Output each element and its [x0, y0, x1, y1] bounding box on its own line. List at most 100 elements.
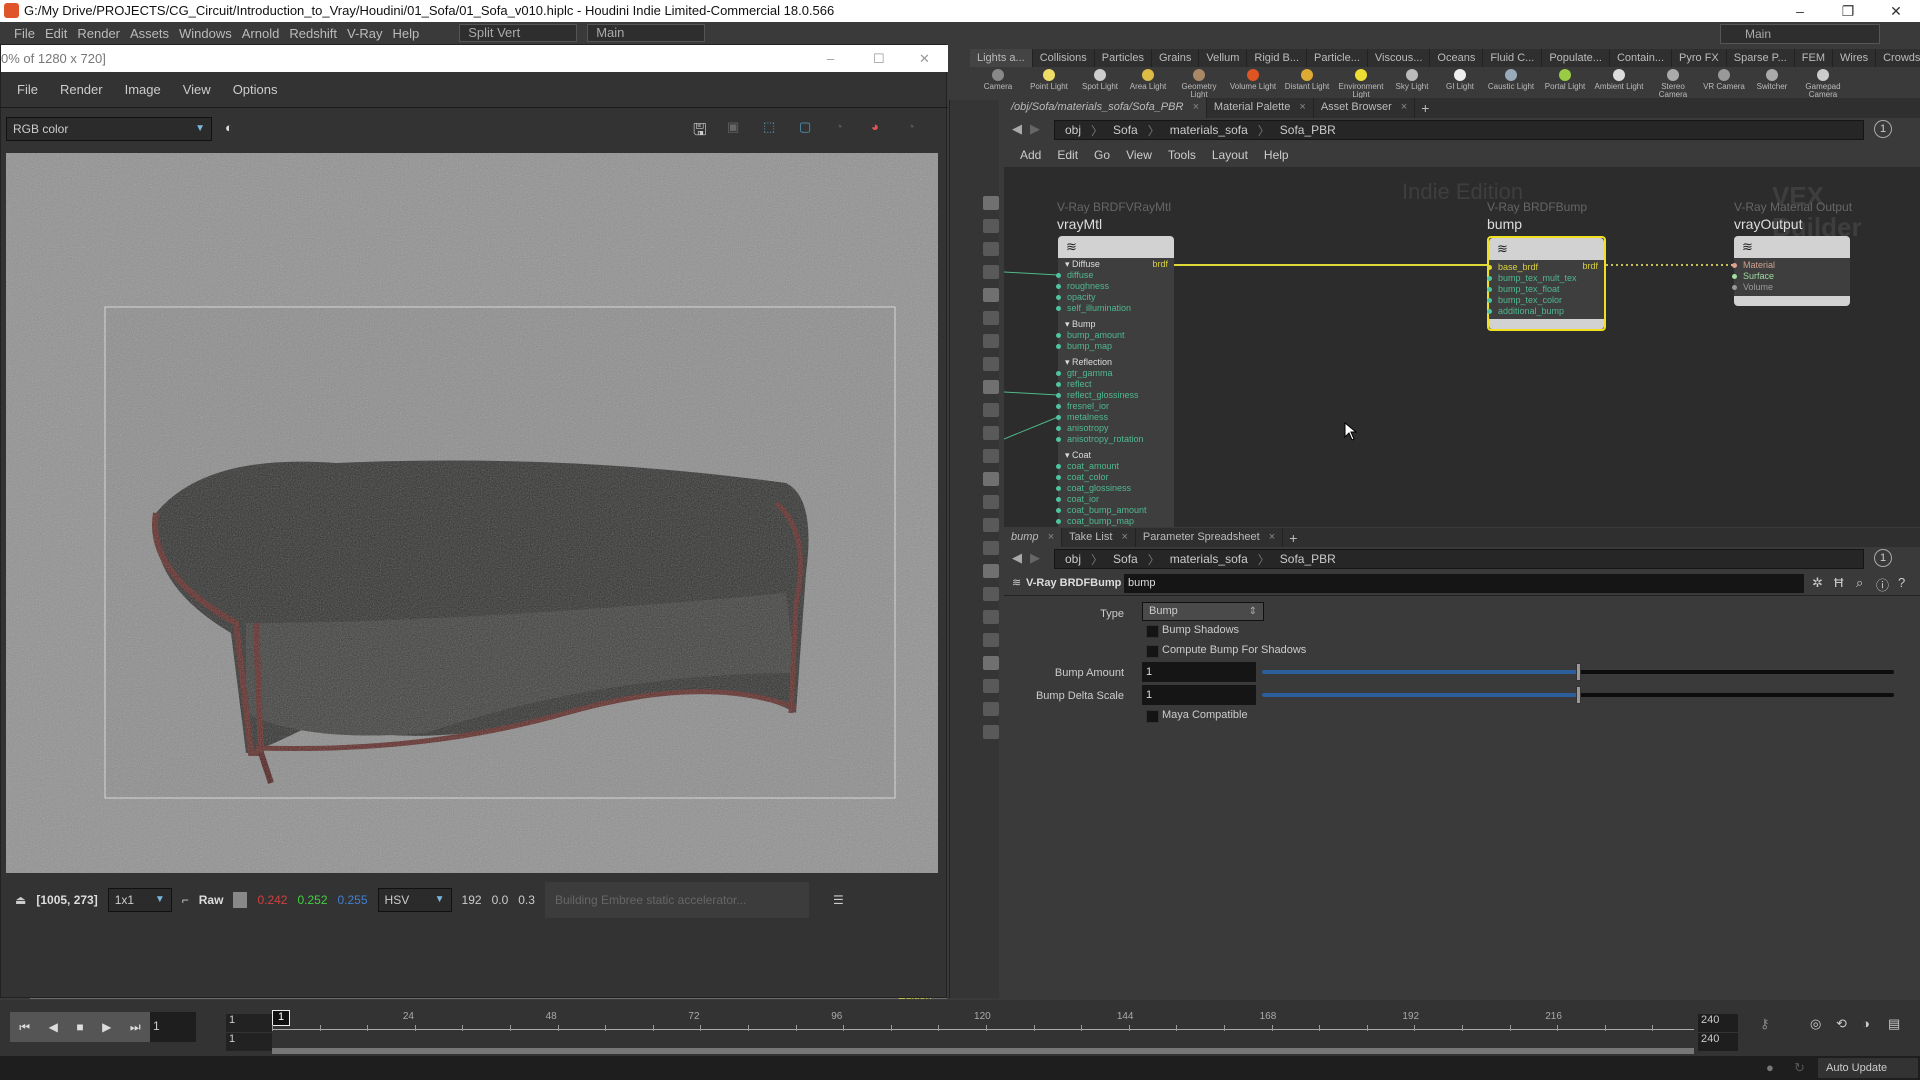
jump-end-icon[interactable]: ⏭ [130, 1020, 141, 1035]
close-tab-icon[interactable]: × [1045, 531, 1054, 543]
input-port-additional_bump[interactable]: additional_bump [1487, 306, 1604, 317]
viewport-tool-icon[interactable] [983, 403, 999, 417]
network-menu-tools[interactable]: Tools [1168, 148, 1196, 162]
node-bump[interactable]: ≋ brdf base_brdf bump_tex_mult_tex bump_te… [1487, 236, 1606, 331]
node-header[interactable]: ≋ [1734, 236, 1850, 258]
loop-icon[interactable]: ⟲ [1836, 1016, 1847, 1032]
keyframe-key-icon[interactable]: ⚷ [1760, 1016, 1770, 1032]
shelf-tab[interactable]: FEM [1795, 49, 1833, 67]
input-port-self_illumination[interactable]: self_illumination [1056, 303, 1174, 314]
channel-dropdown[interactable]: RGB color ▼ [6, 117, 212, 141]
pane-tab[interactable]: Parameter Spreadsheet × [1136, 528, 1284, 547]
shelf-tool-vr-camera[interactable]: VR Camera [1702, 67, 1746, 98]
input-port-bump_tex_mult_tex[interactable]: bump_tex_mult_tex [1487, 273, 1604, 284]
info-icon[interactable]: ⓘ [1876, 575, 1889, 594]
network-menu-go[interactable]: Go [1094, 148, 1110, 162]
render-menu-render[interactable]: Render [60, 82, 103, 97]
node-header[interactable]: ≋ [1489, 238, 1604, 260]
type-dropdown[interactable]: Bump ⇕ [1142, 602, 1264, 621]
viewport-tool-icon[interactable] [983, 725, 999, 739]
bump-amount-slider[interactable] [1262, 663, 1894, 681]
shelf-tab[interactable]: Wires [1833, 49, 1877, 67]
render-close-button[interactable]: ✕ [919, 45, 930, 72]
render-menu-options[interactable]: Options [233, 82, 278, 97]
render-menu-image[interactable]: Image [125, 82, 161, 97]
forward-arrow-icon[interactable]: ▶ [1030, 550, 1040, 566]
step-back-icon[interactable]: ◀ [49, 1020, 58, 1034]
input-port-gtr_gamma[interactable]: gtr_gamma [1056, 368, 1174, 379]
input-port-bump_tex_color[interactable]: bump_tex_color [1487, 295, 1604, 306]
add-tab-button[interactable]: + [1289, 530, 1297, 546]
help-h-icon[interactable]: Ħ [1834, 575, 1843, 590]
back-arrow-icon[interactable]: ◀ [1012, 121, 1022, 137]
viewport-tool-icon[interactable] [983, 633, 999, 647]
timeline-ruler[interactable]: 1 24 48 72 96 120 144 168 192 216 [272, 1010, 1694, 1054]
breadcrumb-obj[interactable]: obj [1055, 123, 1091, 137]
compute-bump-checkbox[interactable] [1146, 645, 1159, 658]
input-port-anisotropy[interactable]: anisotropy [1056, 423, 1174, 434]
node-vraymtl[interactable]: ≋ brdf ▾ Diffuse diffuse roughness opacity s… [1056, 236, 1174, 527]
close-tab-icon[interactable]: × [1296, 101, 1305, 113]
slider-handle[interactable] [1576, 686, 1581, 704]
render-menu-view[interactable]: View [183, 82, 211, 97]
pin-badge-icon[interactable]: 1 [1874, 549, 1892, 567]
bump-name[interactable]: bump [1487, 216, 1522, 232]
input-port-coat_bump_map[interactable]: coat_bump_map [1056, 516, 1174, 527]
delete-image-icon[interactable]: ▣ [727, 119, 739, 135]
desktop-selector[interactable]: Main [1720, 24, 1880, 44]
shelf-tool-volume-light[interactable]: Volume Light [1228, 67, 1278, 98]
shelf-tab[interactable]: Pyro FX [1672, 49, 1727, 67]
network-menu-add[interactable]: Add [1020, 148, 1041, 162]
viewport-tool-icon[interactable] [983, 610, 999, 624]
input-port-coat_ior[interactable]: coat_ior [1056, 494, 1174, 505]
stop-render-icon[interactable]: ◕ [871, 119, 879, 134]
viewport-tool-icon[interactable] [983, 265, 999, 279]
menu-file[interactable]: File [14, 26, 35, 41]
sampling-dropdown[interactable]: 1x1 ▼ [107, 888, 172, 912]
network-menu-view[interactable]: View [1126, 148, 1152, 162]
shelf-tab[interactable]: Lights a... [970, 49, 1033, 67]
breadcrumb-sofa[interactable]: Sofa [1103, 552, 1148, 566]
auto-update-dropdown[interactable]: Auto Update [1818, 1058, 1918, 1078]
shelf-tab[interactable]: Populate... [1542, 49, 1610, 67]
jump-start-icon[interactable]: ⏮ [19, 1020, 30, 1035]
pixel-lock-icon[interactable]: ⏏ [15, 893, 26, 907]
color-correction-icon[interactable]: ◐ [225, 120, 233, 135]
render-maximize-button[interactable]: ☐ [873, 45, 885, 72]
notification-icon[interactable]: ● [1766, 1060, 1774, 1075]
teapot-icon[interactable]: ◔ [835, 119, 843, 134]
input-port-fresnel_ior[interactable]: fresnel_ior [1056, 401, 1174, 412]
input-port-coat_color[interactable]: coat_color [1056, 472, 1174, 483]
input-port-coat_glossiness[interactable]: coat_glossiness [1056, 483, 1174, 494]
input-port-reflect[interactable]: reflect [1056, 379, 1174, 390]
rendered-image[interactable] [6, 153, 938, 873]
menu-vray[interactable]: V-Ray [347, 26, 382, 41]
menu-windows[interactable]: Windows [179, 26, 232, 41]
shelf-tab[interactable]: Oceans [1430, 49, 1484, 67]
shelf-tool-area-light[interactable]: Area Light [1126, 67, 1170, 98]
viewport-tool-icon[interactable] [983, 288, 999, 302]
stop-icon[interactable]: ■ [76, 1020, 83, 1034]
shelf-tool-distant-light[interactable]: Distant Light [1282, 67, 1332, 98]
shelf-tab[interactable]: Particle... [1307, 49, 1368, 67]
viewport-tool-icon[interactable] [983, 472, 999, 486]
pane-tab[interactable]: Take List × [1062, 528, 1136, 547]
maya-compatible-checkbox[interactable] [1146, 710, 1159, 723]
pane-tab[interactable]: Material Palette × [1207, 98, 1314, 118]
pane-tab[interactable]: /obj/Sofa/materials_sofa/Sofa_PBR × [1004, 98, 1207, 118]
menu-assets[interactable]: Assets [130, 26, 169, 41]
shelf-tab[interactable]: Collisions [1033, 49, 1095, 67]
viewport-tool-icon[interactable] [983, 495, 999, 509]
vraymtl-output-port[interactable]: brdf [1152, 259, 1168, 269]
region-render-icon[interactable]: ⬚ [763, 119, 775, 135]
curve-icon[interactable]: ⌐ [182, 893, 189, 907]
viewport-tool-icon[interactable] [983, 564, 999, 578]
playhead-marker[interactable]: 1 [272, 1010, 290, 1026]
pane-tab[interactable]: Asset Browser × [1314, 98, 1416, 118]
network-menu-layout[interactable]: Layout [1212, 148, 1248, 162]
breadcrumb-sofa[interactable]: Sofa [1103, 123, 1148, 137]
input-port-bump_tex_float[interactable]: bump_tex_float [1487, 284, 1604, 295]
bump-delta-field[interactable]: 1 [1142, 685, 1256, 705]
node-vrayoutput[interactable]: ≋ Material Surface Volume [1732, 236, 1850, 306]
shelf-tool-spot-light[interactable]: Spot Light [1078, 67, 1122, 98]
